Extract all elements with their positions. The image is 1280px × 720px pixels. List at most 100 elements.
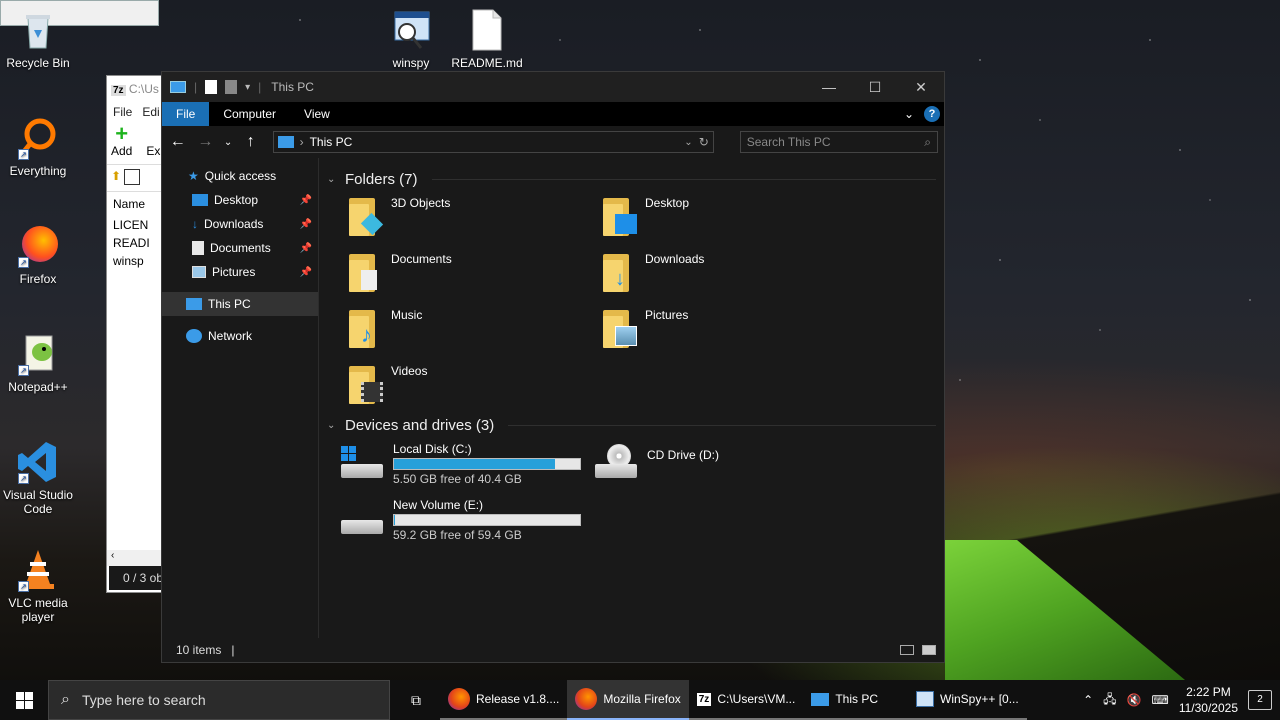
taskbar-this-pc[interactable]: This PC (803, 680, 909, 720)
taskbar-mozilla-firefox[interactable]: Mozilla Firefox (567, 680, 689, 720)
window-title: This PC (271, 80, 314, 94)
address-bar[interactable]: › This PC ⌄ ↻ (272, 131, 714, 153)
folder-videos[interactable]: Videos (345, 360, 599, 416)
plus-icon: + (115, 121, 129, 146)
expand-ribbon-icon[interactable]: ⌄ (904, 107, 914, 121)
folder-up-icon[interactable]: ⬆ (111, 169, 121, 183)
back-button[interactable]: ← (168, 133, 188, 151)
taskbar-7zip[interactable]: 7z C:\Users\VM... (688, 680, 804, 720)
minimize-button[interactable]: — (806, 79, 852, 96)
address-dropdown-icon[interactable]: ⌄ (684, 137, 692, 148)
collapse-chevron-icon[interactable]: ⌄ (327, 420, 337, 431)
folder-icon (345, 196, 385, 238)
taskbar-winspy[interactable]: WinSpy++ [0... (908, 680, 1027, 720)
help-icon[interactable]: ? (924, 106, 940, 122)
close-button[interactable]: ✕ (898, 79, 944, 96)
new-folder-icon[interactable] (225, 80, 238, 94)
nav-desktop[interactable]: Desktop 📌 (162, 188, 318, 212)
maximize-button[interactable]: ☐ (852, 79, 898, 96)
desktop-icon-recycle-bin[interactable]: Recycle Bin (0, 8, 76, 70)
this-pc-icon (186, 298, 202, 310)
nav-this-pc[interactable]: This PC (162, 292, 318, 316)
nav-documents[interactable]: Documents 📌 (162, 236, 318, 260)
7zip-menu: File Edi (107, 102, 161, 122)
winspy-icon (916, 691, 935, 707)
keyboard-icon[interactable]: ⌨ (1152, 693, 1169, 707)
folder-documents[interactable]: Documents (345, 248, 599, 304)
vlc-icon: ↗ (16, 548, 60, 592)
up-button[interactable]: ↑ (241, 133, 261, 151)
folder-downloads[interactable]: ↓ Downloads (599, 248, 853, 304)
7zip-window[interactable]: 7z C:\Us File Edi + Add Ex ⬆ Name LICEN … (106, 75, 162, 593)
breadcrumb-separator-icon: › (299, 135, 304, 149)
folder-3d-objects[interactable]: 3D Objects (345, 192, 599, 248)
drives-group-header[interactable]: ⌄ Devices and drives (3) (327, 412, 936, 438)
menu-file[interactable]: File (113, 105, 132, 119)
extract-button[interactable]: Ex (146, 124, 160, 158)
taskbar-release[interactable]: Release v1.8.... (440, 680, 568, 720)
taskbar-search[interactable]: ⌕ Type here to search (48, 680, 390, 720)
customize-dropdown-icon[interactable]: ▾ (245, 82, 250, 93)
refresh-icon[interactable]: ↻ (699, 135, 709, 149)
list-item[interactable]: READI (107, 234, 161, 252)
navigation-pane: ★ Quick access Desktop 📌 ↓ Downloads 📌 D… (162, 158, 319, 638)
details-view-icon[interactable] (900, 645, 914, 655)
properties-icon[interactable] (205, 80, 218, 94)
shortcut-arrow-icon: ↗ (18, 581, 29, 592)
nav-downloads[interactable]: ↓ Downloads 📌 (162, 212, 318, 236)
drive-d[interactable]: CD Drive (D:) (593, 438, 847, 494)
menu-edit[interactable]: Edi (142, 105, 159, 119)
tab-computer[interactable]: Computer (209, 102, 290, 126)
7zip-title: 7z C:\Us (107, 76, 161, 102)
desktop-icon-everything[interactable]: ↗ Everything (0, 116, 76, 178)
add-button[interactable]: + Add (111, 121, 132, 159)
drive-free-space: 59.2 GB free of 59.4 GB (393, 528, 522, 542)
folder-pictures[interactable]: Pictures (599, 304, 853, 360)
quick-access-toolbar: | ▾ | (170, 80, 261, 94)
forward-button[interactable]: → (196, 133, 216, 151)
clock[interactable]: 2:22 PM 11/30/2025 (1179, 684, 1238, 716)
drive-c[interactable]: Local Disk (C:) 5.50 GB free of 40.4 GB (339, 438, 593, 494)
folders-grid: 3D Objects Desktop Documents ↓ Downloads… (327, 192, 936, 416)
task-view-button[interactable]: ⧉ (392, 692, 440, 709)
drive-e[interactable]: New Volume (E:) 59.2 GB free of 59.4 GB (339, 494, 593, 550)
star-icon: ★ (188, 169, 199, 183)
folders-group-header[interactable]: ⌄ Folders (7) (327, 166, 936, 192)
taskbar: ⌕ Type here to search ⧉ Release v1.8....… (0, 680, 1280, 720)
taskbar-search-input[interactable]: Type here to search (82, 692, 206, 708)
volume-muted-icon[interactable]: 🔇 (1127, 693, 1142, 707)
show-hidden-icons-icon[interactable]: ⌃ (1083, 693, 1093, 707)
start-button[interactable] (0, 680, 48, 720)
search-input[interactable]: Search This PC (747, 135, 925, 149)
horizontal-scrollbar[interactable]: ‹ (107, 550, 161, 566)
column-header-name[interactable]: Name (107, 192, 161, 216)
desktop-icon-vscode[interactable]: ↗ Visual Studio Code (0, 440, 76, 516)
drives-grid: Local Disk (C:) 5.50 GB free of 40.4 GB … (327, 438, 936, 550)
drive-name: New Volume (E:) (393, 498, 484, 512)
search-box[interactable]: Search This PC ⌕ (739, 131, 938, 153)
desktop-icon-winspy[interactable]: winspy (373, 8, 449, 70)
tab-view[interactable]: View (290, 102, 344, 126)
nav-pictures[interactable]: Pictures 📌 (162, 260, 318, 284)
recent-locations-button[interactable]: ⌄ (223, 137, 233, 148)
folder-music[interactable]: ♪ Music (345, 304, 599, 360)
file-explorer-window[interactable]: | ▾ | This PC — ☐ ✕ File Computer View ⌄… (161, 71, 945, 663)
desktop-icon-readme[interactable]: README.md (449, 8, 525, 70)
cd-drive-icon (593, 442, 639, 482)
7zip-path-bar: ⬆ (107, 164, 161, 192)
list-item[interactable]: winsp (107, 252, 161, 270)
nav-quick-access[interactable]: ★ Quick access (162, 164, 318, 188)
tab-file[interactable]: File (162, 102, 210, 126)
collapse-chevron-icon[interactable]: ⌄ (327, 174, 337, 185)
desktop-icon-notepadpp[interactable]: ↗ Notepad++ (0, 332, 76, 394)
folder-desktop[interactable]: Desktop (599, 192, 853, 248)
disk-usage-bar (393, 514, 581, 526)
network-tray-icon[interactable]: 🖧 (1103, 690, 1116, 711)
computer-icon[interactable] (170, 81, 186, 93)
large-icons-view-icon[interactable] (922, 645, 936, 655)
nav-network[interactable]: Network (162, 324, 318, 348)
desktop-icon-vlc[interactable]: ↗ VLC media player (0, 548, 76, 624)
notification-center-icon[interactable]: 2 (1248, 690, 1272, 710)
desktop-icon-firefox[interactable]: ↗ Firefox (0, 224, 76, 286)
list-item[interactable]: LICEN (107, 216, 161, 234)
